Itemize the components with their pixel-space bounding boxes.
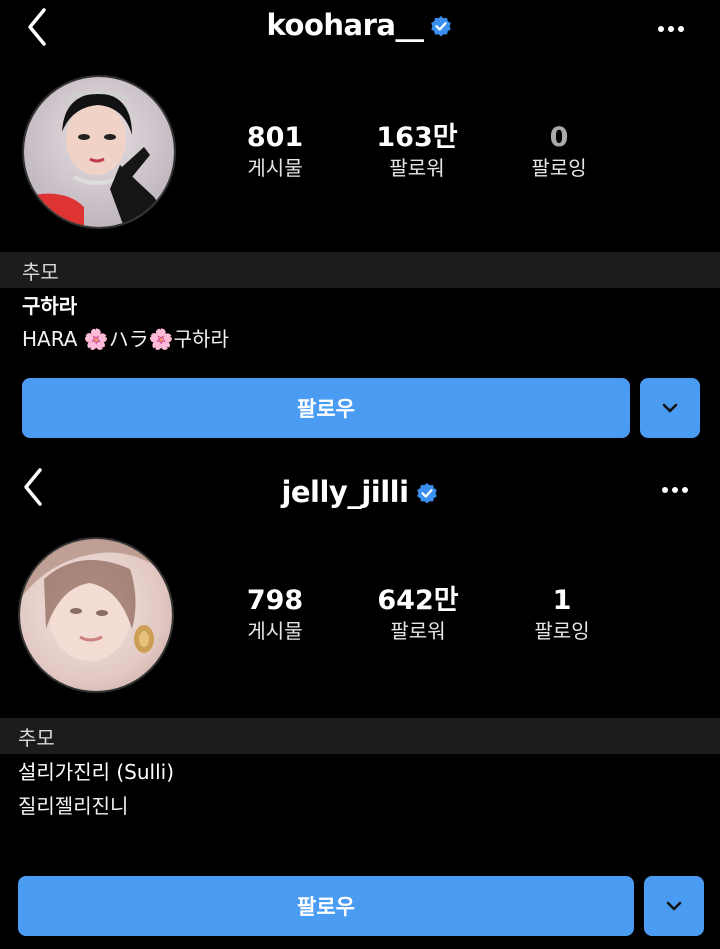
stat-following-count: 0 <box>549 122 569 153</box>
profile-header-jelly-jilli: jelly_jilli 798 게시물 642만 팔로워 1 팔로잉 추모 설리… <box>0 455 720 949</box>
follow-button-label: 팔로우 <box>297 895 355 919</box>
avatar[interactable] <box>22 75 176 229</box>
suggested-accounts-button[interactable] <box>644 876 704 936</box>
stat-posts-count: 798 <box>246 585 304 616</box>
profile-username: koohara__ <box>0 8 720 42</box>
stat-posts[interactable]: 801 게시물 <box>220 122 330 182</box>
stat-following-count: 1 <box>552 585 572 616</box>
username-text: jelly_jilli <box>281 475 409 509</box>
chevron-down-icon <box>666 901 682 911</box>
profile-username: jelly_jilli <box>0 475 720 509</box>
stat-following-label: 팔로잉 <box>531 156 587 180</box>
memorial-banner: 추모 <box>0 252 720 288</box>
profile-header-koohara: koohara__ 801 게시물 163만 팔로워 0 팔로잉 추모 구하라 … <box>0 0 720 455</box>
bio-text: HARA 🌸ハラ🌸구하라 <box>22 327 229 351</box>
stat-posts-label: 게시물 <box>247 156 303 180</box>
stat-following[interactable]: 1 팔로잉 <box>507 585 617 645</box>
display-name: 설리가진리 (Sulli) <box>18 760 175 784</box>
username-text: koohara__ <box>266 8 424 42</box>
bio-text: 질리젤리진니 <box>18 794 129 818</box>
verified-badge-icon <box>429 12 453 37</box>
memorial-banner: 추모 <box>0 718 720 754</box>
stat-followers-label: 팔로워 <box>389 156 445 180</box>
memorial-label: 추모 <box>18 726 55 750</box>
stat-followers[interactable]: 642만 팔로워 <box>363 585 473 645</box>
display-name: 구하라 <box>22 294 78 318</box>
follow-button[interactable]: 팔로우 <box>22 378 630 438</box>
stat-following[interactable]: 0 팔로잉 <box>504 122 614 182</box>
chevron-down-icon <box>662 403 678 413</box>
memorial-label: 추모 <box>22 260 59 284</box>
suggested-accounts-button[interactable] <box>640 378 700 438</box>
follow-button[interactable]: 팔로우 <box>18 876 634 936</box>
more-options-icon[interactable] <box>656 475 696 505</box>
stat-followers-label: 팔로워 <box>390 619 446 643</box>
stat-followers-count: 163만 <box>376 122 458 153</box>
stat-posts-count: 801 <box>246 122 304 153</box>
follow-button-label: 팔로우 <box>297 397 355 421</box>
stat-followers-count: 642만 <box>377 585 459 616</box>
stat-following-label: 팔로잉 <box>534 619 590 643</box>
stat-followers[interactable]: 163만 팔로워 <box>362 122 472 182</box>
more-options-icon[interactable] <box>652 14 692 44</box>
verified-badge-icon <box>415 479 439 504</box>
avatar[interactable] <box>18 537 174 693</box>
stat-posts-label: 게시물 <box>247 619 303 643</box>
stat-posts[interactable]: 798 게시물 <box>220 585 330 645</box>
